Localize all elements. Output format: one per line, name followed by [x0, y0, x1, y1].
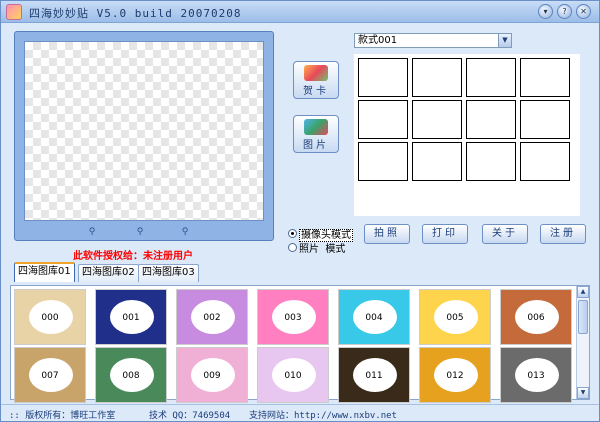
app-icon	[6, 4, 22, 20]
thumbnail-number: 006	[527, 313, 545, 323]
gallery-thumbnail[interactable]: 013	[500, 347, 572, 403]
gallery-thumbnail[interactable]: 010	[257, 347, 329, 403]
photo-icon	[304, 119, 328, 135]
tab-gallery-03[interactable]: 四海图库03	[138, 264, 199, 282]
chevron-down-icon[interactable]: ▼	[498, 34, 511, 47]
photo-button[interactable]: 图片	[293, 115, 339, 153]
grid-cell[interactable]	[520, 58, 570, 97]
gallery-thumbnail[interactable]: 012	[419, 347, 491, 403]
preview-canvas[interactable]	[24, 41, 264, 221]
gallery-thumbnail[interactable]: 008	[95, 347, 167, 403]
grid-cell[interactable]	[412, 58, 462, 97]
grid-cell[interactable]	[520, 142, 570, 181]
gallery-scrollbar[interactable]: ▲ ▼	[576, 286, 589, 399]
radio-icon[interactable]	[288, 243, 297, 252]
frame-grid	[354, 54, 580, 216]
gallery-thumbnail[interactable]: 007	[14, 347, 86, 403]
qq-text: 技术 QQ：7469504	[149, 411, 231, 421]
thumbnail-number: 012	[446, 371, 464, 381]
tab-gallery-02[interactable]: 四海图库02	[78, 264, 139, 282]
grid-cell[interactable]	[358, 142, 408, 181]
canvas-frame: ⚲ ⚲ ⚲	[14, 31, 274, 241]
gallery-thumbnail[interactable]: 009	[176, 347, 248, 403]
thumbnail-number: 002	[203, 313, 221, 323]
photo-mode-radio[interactable]: 照片 模式	[288, 240, 346, 255]
camera-mode-radio[interactable]: 摄像头模式	[288, 226, 353, 242]
zoom-in-icon[interactable]: ⚲	[178, 226, 192, 238]
copyright-text: :: 版权所有：博旺工作室	[9, 411, 116, 421]
gallery-thumbnail[interactable]: 000	[14, 289, 86, 345]
card-button[interactable]: 贺卡	[293, 61, 339, 99]
grid-cell[interactable]	[358, 58, 408, 97]
gallery-thumbnail[interactable]: 005	[419, 289, 491, 345]
window-title: 四海妙妙贴 V5.0 build 20070208	[29, 7, 242, 20]
style-select[interactable]: 款式001 ▼	[354, 33, 512, 48]
thumbnail-number: 008	[122, 371, 140, 381]
card-icon	[304, 65, 328, 81]
register-button[interactable]: 注册	[540, 224, 586, 244]
website-link[interactable]: 支持网站：http://www.nxbv.net	[249, 408, 397, 421]
thumbnail-number: 007	[41, 371, 59, 381]
thumbnail-number: 004	[365, 313, 383, 323]
scroll-thumb[interactable]	[578, 300, 588, 334]
grid-cell[interactable]	[466, 58, 516, 97]
grid-cell[interactable]	[520, 100, 570, 139]
scroll-up-icon[interactable]: ▲	[577, 286, 589, 298]
style-select-value: 款式001	[358, 35, 398, 46]
grid-cell[interactable]	[466, 100, 516, 139]
minimize-icon[interactable]: ▾	[538, 4, 553, 19]
grid-cell[interactable]	[412, 142, 462, 181]
thumbnail-number: 013	[527, 371, 545, 381]
main-window: 四海妙妙贴 V5.0 build 20070208 ▾ ? ✕ ⚲ ⚲ ⚲ 贺卡…	[0, 0, 600, 422]
scroll-down-icon[interactable]: ▼	[577, 387, 589, 399]
thumbnail-number: 009	[203, 371, 221, 381]
radio-icon[interactable]	[288, 229, 297, 238]
status-bar: :: 版权所有：博旺工作室 技术 QQ：7469504 支持网站：http://…	[1, 404, 599, 421]
gallery-thumbnail[interactable]: 004	[338, 289, 410, 345]
title-bar[interactable]: 四海妙妙贴 V5.0 build 20070208 ▾ ? ✕	[1, 1, 599, 23]
license-text: 此软件授权给：未注册用户	[73, 251, 193, 262]
grid-cell[interactable]	[466, 142, 516, 181]
thumbnail-number: 000	[41, 313, 59, 323]
photo-button-label: 图片	[303, 140, 329, 151]
thumbnail-number: 011	[365, 371, 383, 381]
capture-button[interactable]: 拍照	[364, 224, 410, 244]
about-button[interactable]: 关于	[482, 224, 528, 244]
grid-cell[interactable]	[412, 100, 462, 139]
help-icon[interactable]: ?	[557, 4, 572, 19]
zoom-out-icon[interactable]: ⚲	[85, 226, 99, 238]
gallery-thumbnail[interactable]: 002	[176, 289, 248, 345]
card-button-label: 贺卡	[303, 86, 329, 97]
thumbnail-number: 003	[284, 313, 302, 323]
grid-cell[interactable]	[358, 100, 408, 139]
gallery-thumbnail[interactable]: 001	[95, 289, 167, 345]
photo-mode-label: 照片 模式	[299, 244, 346, 255]
gallery-thumbnail[interactable]: 006	[500, 289, 572, 345]
gallery-thumbnail[interactable]: 011	[338, 347, 410, 403]
print-button[interactable]: 打印	[422, 224, 468, 244]
zoom-reset-icon[interactable]: ⚲	[133, 226, 147, 238]
tab-gallery-01[interactable]: 四海图库01	[14, 262, 75, 282]
thumbnail-number: 001	[122, 313, 140, 323]
frame-gallery: 000 001 002 003 004 005 006 007 008 009 010 011 012 0…	[10, 285, 590, 403]
close-icon[interactable]: ✕	[576, 4, 591, 19]
thumbnail-number: 005	[446, 313, 464, 323]
thumbnail-number: 010	[284, 371, 302, 381]
gallery-thumbnail[interactable]: 003	[257, 289, 329, 345]
